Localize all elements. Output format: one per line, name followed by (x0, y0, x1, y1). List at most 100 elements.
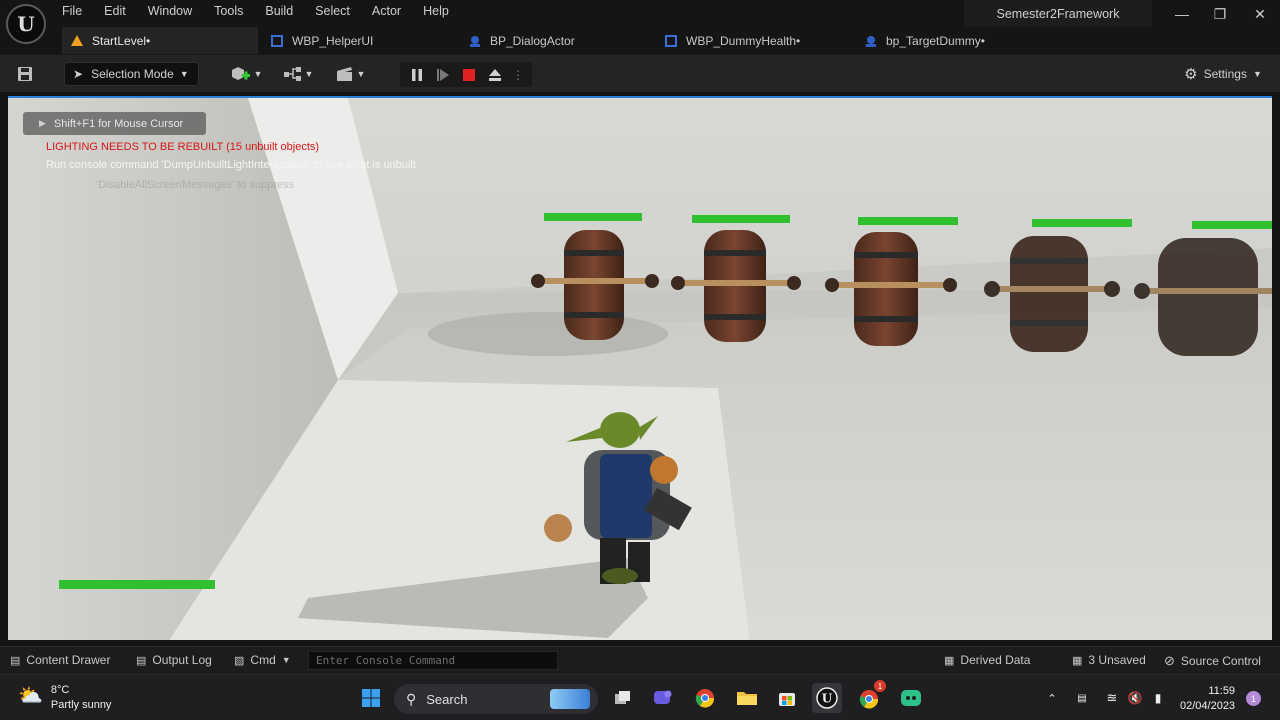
menu-file[interactable]: File (62, 4, 82, 18)
add-actor-button[interactable]: ▼ (228, 62, 264, 86)
menu-tools[interactable]: Tools (214, 4, 243, 18)
level-viewport[interactable]: ▶ Shift+F1 for Mouse Cursor LIGHTING NEE… (8, 96, 1272, 640)
selection-mode-dropdown[interactable]: ➤ Selection Mode ▼ (64, 62, 199, 86)
health-bar (1192, 221, 1272, 229)
eject-icon[interactable] (484, 64, 506, 85)
search-label: Search (426, 691, 468, 707)
level-toolbar: ➤ Selection Mode ▼ ▼ ▼ ▼ ⋮ ⚙ Settings ▼ (0, 54, 1280, 92)
clock-time: 11:59 (1208, 685, 1236, 697)
chevron-down-icon: ▼ (281, 655, 291, 665)
tab-label: BP_DialogActor (490, 33, 575, 48)
gear-icon: ⚙ (1184, 66, 1198, 83)
lighting-warning: LIGHTING NEEDS TO BE REBUILT (15 unbuilt… (46, 141, 320, 153)
derived-data-label: Derived Data (960, 653, 1031, 667)
windows-start-icon[interactable] (356, 683, 386, 713)
temperature: 8°C (50, 684, 70, 696)
svg-text:U: U (822, 692, 833, 706)
widget-blueprint-icon (270, 34, 284, 48)
minimize-icon[interactable]: — (1167, 2, 1197, 26)
derived-data-button[interactable]: ▦ Derived Data (944, 653, 1030, 667)
cursor-arrow-icon: ➤ (73, 67, 84, 81)
close-icon[interactable]: ✕ (1245, 2, 1275, 26)
tab-wbp-helperui[interactable]: WBP_HelperUI (262, 27, 452, 54)
unsaved-button[interactable]: ▦ 3 Unsaved (1072, 653, 1146, 667)
volume-muted-icon[interactable]: 🔇 (1124, 683, 1146, 713)
chevron-down-icon: ▼ (253, 69, 263, 79)
weather-widget[interactable]: ⛅ 8°C Partly sunny (18, 683, 111, 713)
mouse-cursor-hint: ▶ Shift+F1 for Mouse Cursor (23, 112, 206, 135)
unreal-engine-taskbar-icon[interactable]: U (812, 683, 842, 713)
pause-icon[interactable] (406, 64, 428, 85)
stop-icon[interactable] (458, 64, 480, 85)
cmd-label: Cmd (250, 653, 276, 667)
menu-select[interactable]: Select (315, 4, 350, 18)
chevron-down-icon: ▼ (1252, 69, 1262, 79)
content-drawer-button[interactable]: ▤ Content Drawer (10, 653, 110, 667)
battery-icon[interactable]: ▮ (1146, 683, 1170, 713)
player-health-bar (59, 580, 215, 589)
search-highlight-icon (550, 689, 590, 709)
unsaved-label: 3 Unsaved (1088, 653, 1146, 667)
cinematics-button[interactable]: ▼ (332, 62, 368, 86)
system-clock[interactable]: 11:59 02/04/2023 (1180, 684, 1235, 714)
windows-taskbar: ⛅ 8°C Partly sunny ⚲ Search U 1 ⌃ ▤ ≊ 🔇 … (0, 674, 1280, 720)
chevron-down-icon: ▼ (356, 69, 366, 79)
selection-mode-label: Selection Mode (91, 67, 174, 81)
tab-label: WBP_HelperUI (292, 33, 374, 48)
unreal-logo-icon[interactable]: U (6, 4, 46, 44)
microsoft-store-icon[interactable] (772, 683, 802, 713)
weather-condition: Partly sunny (50, 699, 112, 711)
no-source-control-icon: ⊘ (1164, 653, 1175, 668)
maximize-icon[interactable]: ❐ (1205, 2, 1235, 26)
discord-icon[interactable] (896, 683, 926, 713)
tab-startlevel[interactable]: StartLevel• (62, 27, 258, 54)
chevron-down-icon: ▼ (304, 69, 314, 79)
health-bar (858, 217, 958, 225)
tab-label: WBP_DummyHealth• (686, 33, 801, 48)
chrome-icon[interactable] (690, 683, 720, 713)
file-explorer-icon[interactable] (732, 683, 762, 713)
menu-help[interactable]: Help (423, 4, 449, 18)
settings-button[interactable]: ⚙ Settings ▼ (1180, 62, 1266, 86)
level-warning-icon (70, 34, 84, 48)
notification-badge[interactable]: 1 (1246, 691, 1261, 706)
tab-label: bp_TargetDummy• (886, 33, 985, 48)
teams-chat-icon[interactable] (648, 683, 678, 713)
console-command-input[interactable]: Enter Console Command (308, 651, 558, 670)
more-options-icon[interactable]: ⋮ (510, 64, 526, 85)
menu-edit[interactable]: Edit (104, 4, 126, 18)
tab-bp-dialogactor[interactable]: BP_DialogActor (460, 27, 650, 54)
derived-data-icon: ▦ (944, 654, 955, 667)
language-icon[interactable]: ▤ (1070, 683, 1094, 713)
source-control-button[interactable]: ⊘ Source Control (1164, 653, 1261, 669)
menu-window[interactable]: Window (148, 4, 192, 18)
clock-date: 02/04/2023 (1180, 700, 1236, 712)
chrome-profile-icon[interactable]: 1 (854, 680, 886, 713)
health-bar (1032, 219, 1132, 227)
blueprint-icon (864, 34, 878, 48)
chevron-up-icon[interactable]: ⌃ (1040, 683, 1064, 713)
tab-wbp-dummyhealth[interactable]: WBP_DummyHealth• (656, 27, 852, 54)
blueprint-icon (468, 34, 482, 48)
document-tabs: StartLevel• WBP_HelperUI BP_DialogActor … (0, 27, 1280, 54)
cursor-icon: ▶ (39, 118, 46, 128)
menu-bar: U File Edit Window Tools Build Select Ac… (0, 0, 1280, 44)
suppress-hint: 'DisableAllScreenMessages' to suppress (96, 179, 295, 191)
blueprints-button[interactable]: ▼ (280, 62, 316, 86)
play-controls: ⋮ (400, 62, 532, 87)
menu-actor[interactable]: Actor (372, 4, 401, 18)
menu-build[interactable]: Build (265, 4, 293, 18)
output-log-button[interactable]: ▤ Output Log (136, 653, 212, 667)
health-bar (692, 215, 790, 223)
task-view-icon[interactable] (608, 683, 638, 713)
step-frame-icon[interactable] (432, 64, 454, 85)
settings-label: Settings (1203, 67, 1247, 81)
widget-blueprint-icon (664, 34, 678, 48)
output-log-label: Output Log (152, 653, 212, 667)
cmd-dropdown[interactable]: ▧ Cmd ▼ (234, 653, 291, 667)
taskbar-search[interactable]: ⚲ Search (394, 684, 598, 714)
health-bar (544, 213, 642, 221)
save-icon[interactable] (14, 62, 36, 86)
wifi-icon[interactable]: ≊ (1100, 683, 1124, 713)
tab-bp-targetdummy[interactable]: bp_TargetDummy• (856, 27, 1052, 54)
